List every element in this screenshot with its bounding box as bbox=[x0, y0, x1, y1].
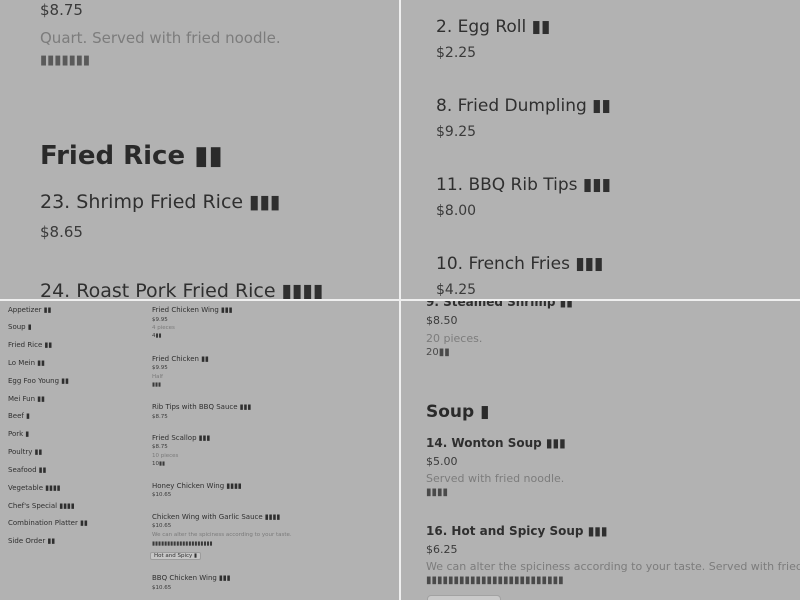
menu-item-price: $9.95 bbox=[152, 317, 168, 323]
section-title-fried-rice: Fried Rice ▮▮ bbox=[40, 141, 223, 171]
menu-item-name[interactable]: 14. Wonton Soup ▮▮▮ bbox=[426, 436, 566, 450]
horizontal-divider bbox=[0, 299, 800, 301]
category-nav-item[interactable]: Pork ▮ bbox=[8, 430, 29, 438]
menu-item-price: $10.65 bbox=[152, 523, 172, 529]
menu-item-chinese: ▮▮▮ bbox=[152, 382, 162, 388]
menu-item-name[interactable]: Chicken Wing with Garlic Sauce ▮▮▮▮ bbox=[152, 513, 280, 521]
menu-item-name[interactable]: 11. BBQ Rib Tips ▮▮▮ bbox=[436, 175, 611, 195]
menu-item-description: Served with fried noodle. bbox=[426, 472, 565, 485]
menu-item-name[interactable]: Fried Chicken Wing ▮▮▮ bbox=[152, 306, 233, 314]
screenshot-grid: $8.75 Quart. Served with fried noodle. ▮… bbox=[0, 0, 800, 600]
category-nav-item[interactable]: Fried Rice ▮▮ bbox=[8, 341, 52, 349]
menu-item-price: $9.25 bbox=[436, 124, 477, 140]
menu-item-chinese: 20▮▮ bbox=[426, 347, 450, 358]
menu-item-name[interactable]: BBQ Chicken Wing ▮▮▮ bbox=[152, 574, 231, 582]
menu-item-price: $8.75 bbox=[152, 444, 168, 450]
menu-item-price: $2.25 bbox=[436, 45, 477, 61]
category-nav-item[interactable]: Beef ▮ bbox=[8, 412, 30, 420]
menu-item-price: $10.65 bbox=[152, 492, 172, 498]
menu-item-price: $5.00 bbox=[426, 455, 458, 468]
category-nav-item[interactable]: Appetizer ▮▮ bbox=[8, 306, 51, 314]
category-nav-item[interactable]: Seafood ▮▮ bbox=[8, 466, 46, 474]
menu-item-chinese: ▮▮▮▮▮▮▮▮▮▮▮▮▮▮▮▮▮▮▮▮ bbox=[152, 541, 213, 547]
menu-item-name[interactable]: Fried Scallop ▮▮▮ bbox=[152, 434, 210, 442]
menu-item-name[interactable]: Rib Tips with BBQ Sauce ▮▮▮ bbox=[152, 403, 251, 411]
menu-item-description: 10 pieces bbox=[152, 453, 179, 459]
menu-item-name[interactable]: 23. Shrimp Fried Rice ▮▮▮ bbox=[40, 191, 281, 213]
menu-item-name[interactable]: 8. Fried Dumpling ▮▮ bbox=[436, 96, 611, 116]
menu-item-price: $8.65 bbox=[40, 223, 83, 241]
item-price: $8.75 bbox=[40, 1, 83, 19]
category-nav-item[interactable]: Side Order ▮▮ bbox=[8, 537, 55, 545]
menu-item-description: 20 pieces. bbox=[426, 332, 483, 345]
category-nav-item[interactable]: Lo Mein ▮▮ bbox=[8, 359, 45, 367]
menu-item-name[interactable]: Fried Chicken ▮▮ bbox=[152, 355, 209, 363]
menu-item-description: We can alter the spiciness according to … bbox=[426, 560, 800, 573]
menu-item-price: $8.00 bbox=[436, 203, 477, 219]
menu-item-name[interactable]: 10. French Fries ▮▮▮ bbox=[436, 254, 603, 274]
menu-item-price: $9.95 bbox=[152, 365, 168, 371]
menu-item-chinese: 10▮▮ bbox=[152, 461, 166, 467]
menu-item-price: $4.25 bbox=[436, 282, 477, 298]
pane-bottom-right: 9. Steamed Shrimp ▮▮ $8.50 20 pieces. 20… bbox=[401, 301, 800, 600]
menu-item-name[interactable]: 16. Hot and Spicy Soup ▮▮▮ bbox=[426, 524, 608, 538]
item-description: Quart. Served with fried noodle. bbox=[40, 29, 281, 47]
menu-item-price: $6.25 bbox=[426, 543, 458, 556]
pane-top-right: 2. Egg Roll ▮▮ $2.25 8. Fried Dumpling ▮… bbox=[401, 0, 800, 299]
menu-item-price: $8.50 bbox=[426, 314, 458, 327]
menu-item-chinese: ▮▮▮▮▮▮▮▮▮▮▮▮▮▮▮▮▮▮▮▮▮▮▮▮▮ bbox=[426, 575, 564, 586]
category-nav-item[interactable]: Vegetable ▮▮▮▮ bbox=[8, 484, 61, 492]
category-nav-item[interactable]: Combination Platter ▮▮ bbox=[8, 519, 88, 527]
spice-option-chip[interactable]: Hot and Spicy ▮ bbox=[150, 552, 202, 560]
menu-item-price: $10.65 bbox=[152, 585, 172, 591]
menu-item-name[interactable]: 24. Roast Pork Fried Rice ▮▮▮▮ bbox=[40, 280, 323, 299]
category-nav-item[interactable]: Poultry ▮▮ bbox=[8, 448, 42, 456]
category-nav-item[interactable]: Soup ▮ bbox=[8, 323, 32, 331]
section-title-soup: Soup ▮ bbox=[426, 402, 490, 422]
menu-item-description: Half bbox=[152, 374, 163, 380]
menu-item-price: $8.75 bbox=[152, 414, 168, 420]
spice-option-chip[interactable] bbox=[427, 595, 501, 600]
menu-item-chinese: 4▮▮ bbox=[152, 333, 162, 339]
item-chinese-name: ▮▮▮▮▮▮▮ bbox=[40, 53, 91, 68]
pane-top-left: $8.75 Quart. Served with fried noodle. ▮… bbox=[0, 0, 399, 299]
menu-item-description: 4 pieces bbox=[152, 325, 175, 331]
category-nav-item[interactable]: Chef's Special ▮▮▮▮ bbox=[8, 502, 75, 510]
menu-item-chinese: ▮▮▮▮ bbox=[426, 487, 449, 498]
category-nav-item[interactable]: Egg Foo Young ▮▮ bbox=[8, 377, 69, 385]
menu-item-name[interactable]: 9. Steamed Shrimp ▮▮ bbox=[426, 301, 573, 309]
pane-bottom-left: Appetizer ▮▮ Soup ▮ Fried Rice ▮▮ Lo Mei… bbox=[0, 301, 399, 600]
category-nav-item[interactable]: Mei Fun ▮▮ bbox=[8, 395, 45, 403]
menu-item-name[interactable]: Honey Chicken Wing ▮▮▮▮ bbox=[152, 482, 242, 490]
menu-item-name[interactable]: 2. Egg Roll ▮▮ bbox=[436, 17, 550, 37]
menu-item-description: We can alter the spiciness according to … bbox=[152, 532, 292, 538]
